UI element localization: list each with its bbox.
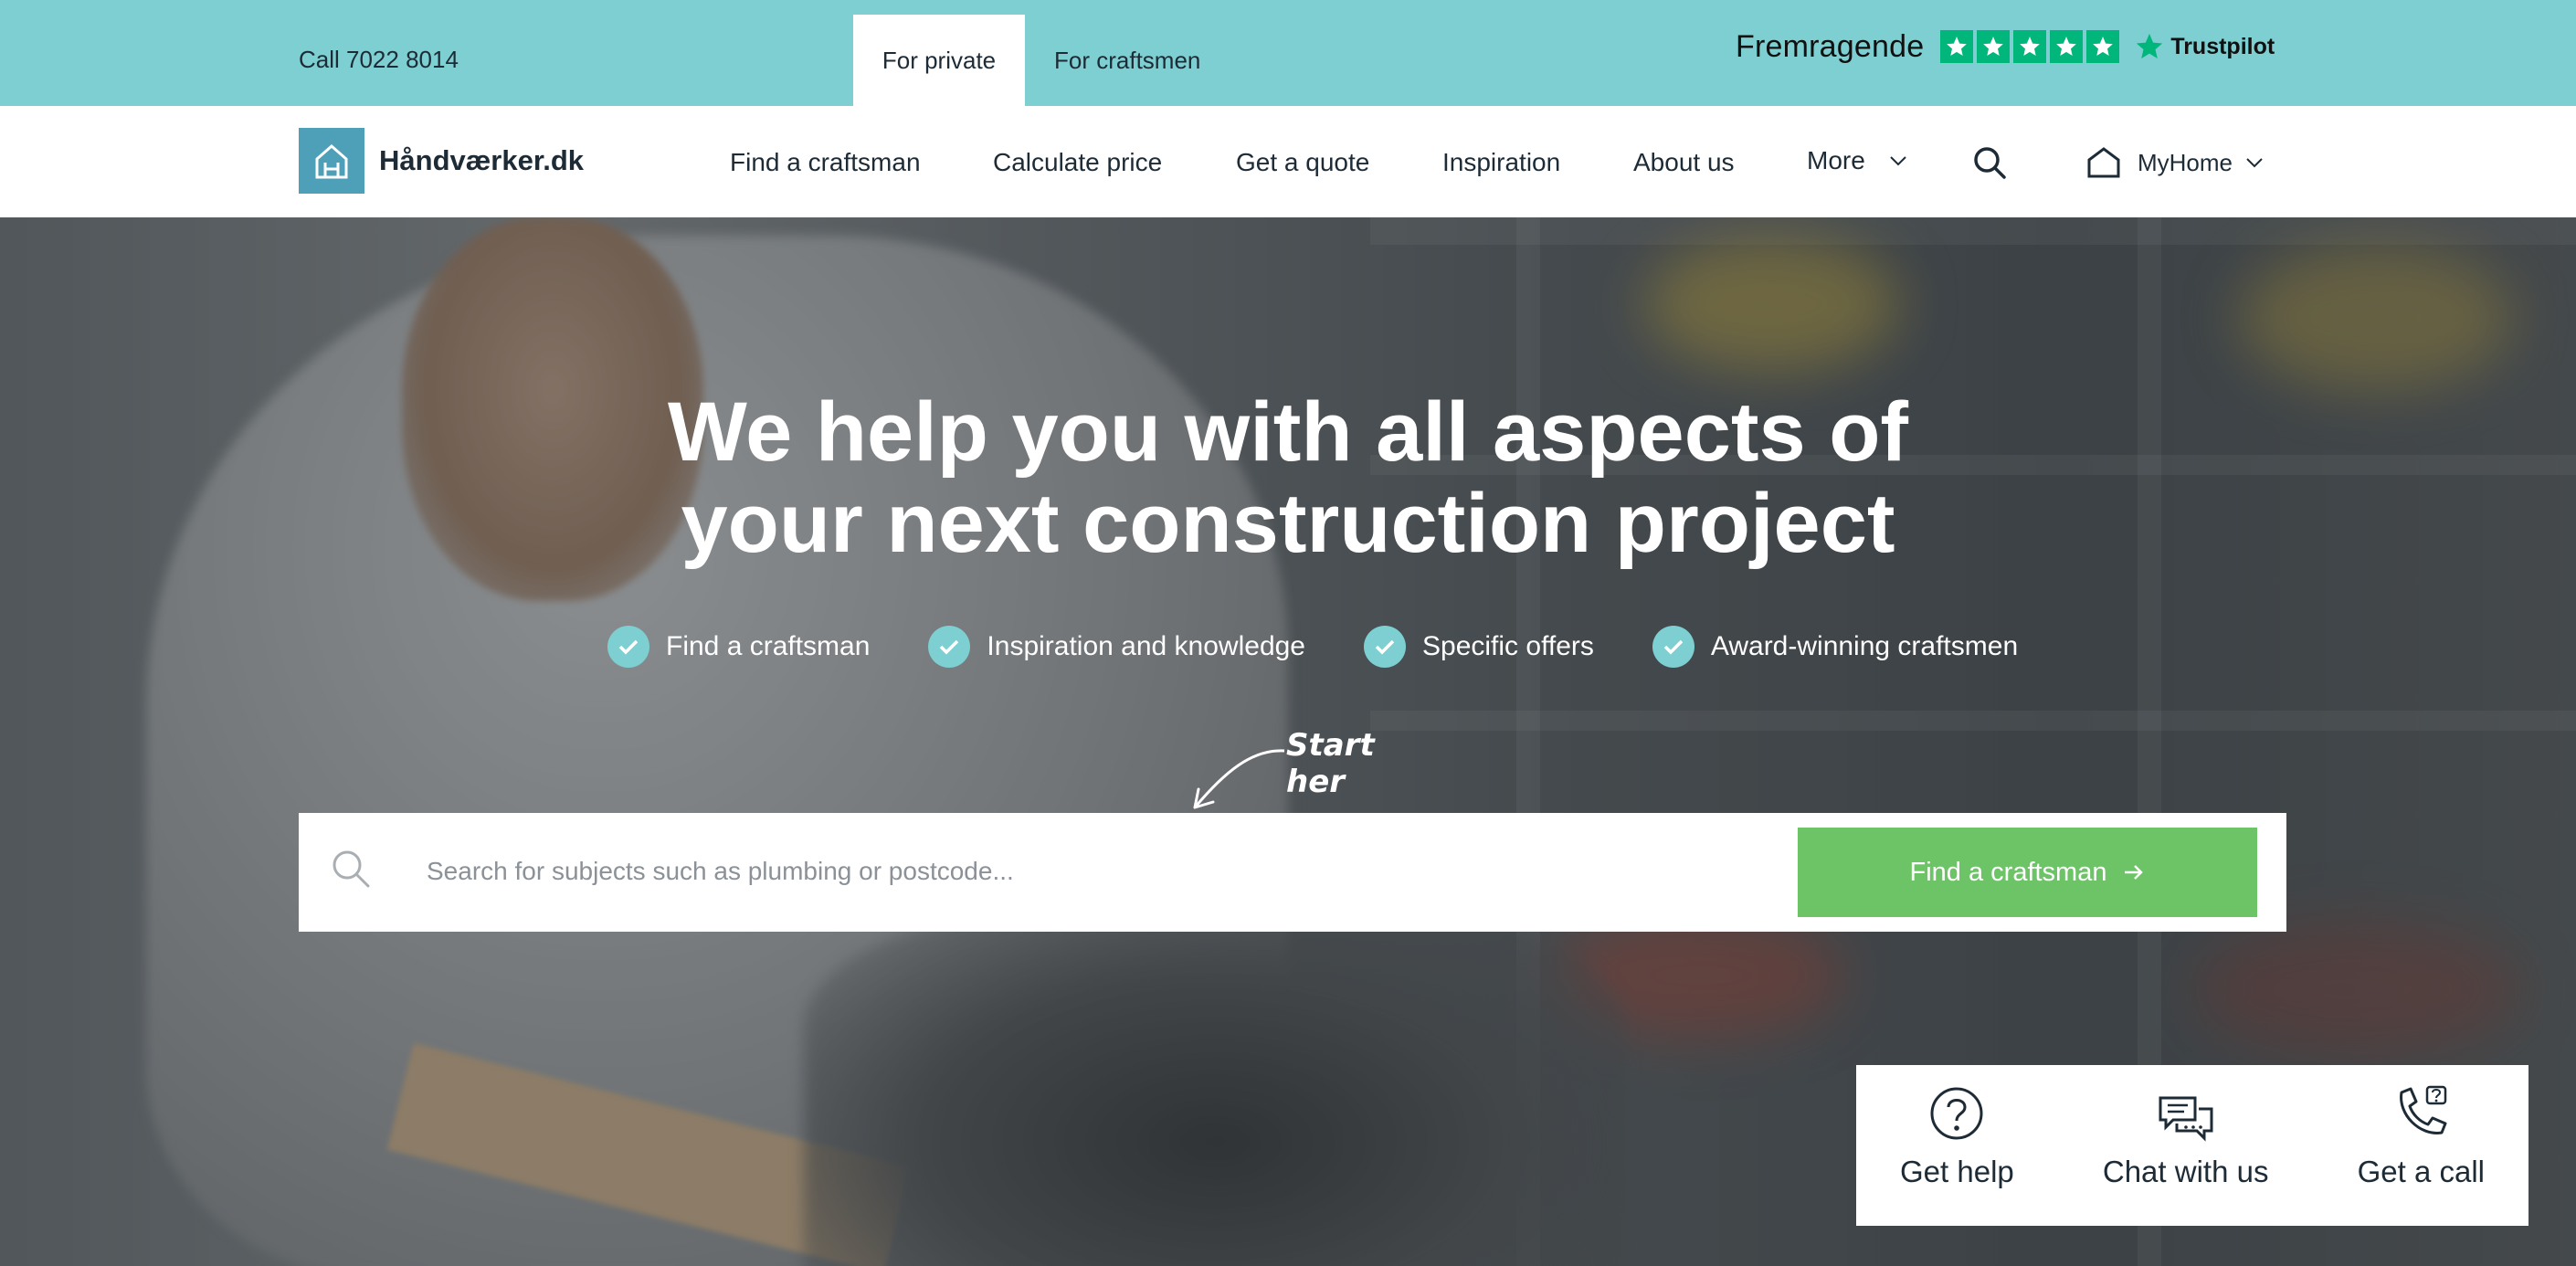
- trustpilot-brand: Trustpilot: [2170, 33, 2275, 59]
- benefit-label: Inspiration and knowledge: [987, 631, 1305, 661]
- nav-more-label: More: [1807, 146, 1865, 174]
- chevron-down-icon: [2246, 158, 2263, 168]
- tab-for-craftsmen[interactable]: For craftsmen: [1025, 15, 1230, 106]
- phone-link[interactable]: Call 7022 8014: [299, 46, 459, 74]
- start-hint-text: Start her: [1286, 727, 1375, 800]
- get-a-call-label: Get a call: [2357, 1155, 2485, 1188]
- myhome-menu[interactable]: MyHome: [2086, 146, 2264, 179]
- benefit-label: Specific offers: [1422, 631, 1594, 661]
- check-icon: [1364, 626, 1406, 668]
- benefit-label: Award-winning craftsmen: [1710, 631, 2019, 661]
- benefit-item: Specific offers: [1364, 626, 1594, 668]
- star-icon: [2013, 30, 2047, 63]
- arrow-right-icon: [2125, 865, 2144, 880]
- logo-text: Håndværker.dk: [379, 144, 584, 176]
- find-craftsman-button[interactable]: Find a craftsman: [1798, 828, 2257, 917]
- search-icon[interactable]: [1971, 144, 2008, 181]
- help-widget: Get help Chat with us Get a call: [1856, 1065, 2528, 1226]
- search-bar: Search for subjects such as plumbing or …: [299, 813, 2286, 932]
- top-bar: Call 7022 8014 For private For craftsmen…: [0, 0, 2576, 106]
- nav-calculate-price[interactable]: Calculate price: [993, 148, 1162, 177]
- nav-about-us[interactable]: About us: [1633, 148, 1735, 177]
- benefit-item: Find a craftsman: [607, 626, 870, 668]
- nav-more-dropdown[interactable]: More: [1807, 146, 1907, 175]
- phone-icon: [2400, 1085, 2447, 1134]
- benefit-label: Find a craftsman: [666, 631, 871, 661]
- curved-arrow-icon: [1193, 749, 1285, 809]
- benefit-item: Award-winning craftsmen: [1652, 626, 2018, 668]
- hero-title-line-2: your next construction project: [681, 477, 1895, 570]
- get-a-call-button[interactable]: Get a call: [2358, 1065, 2485, 1226]
- chat-icon: [2159, 1096, 2213, 1142]
- chat-with-us-label: Chat with us: [2102, 1155, 2269, 1188]
- question-icon: [1930, 1087, 1983, 1140]
- nav-inspiration[interactable]: Inspiration: [1442, 148, 1560, 177]
- hero-section: We help you with all aspects of your nex…: [0, 217, 2576, 1266]
- nav-get-quote[interactable]: Get a quote: [1236, 148, 1369, 177]
- check-icon: [607, 626, 649, 668]
- trustpilot-rating-word: Fremragende: [1736, 28, 1925, 64]
- star-icon: [2086, 30, 2120, 63]
- hero-title: We help you with all aspects of your nex…: [0, 386, 2576, 569]
- chevron-down-icon: [1890, 156, 1906, 166]
- get-help-label: Get help: [1900, 1155, 2014, 1188]
- myhome-label: MyHome: [2138, 148, 2233, 176]
- star-icon: [2050, 30, 2084, 63]
- site-logo[interactable]: Håndværker.dk: [299, 128, 584, 194]
- search-icon: [333, 850, 370, 888]
- trustpilot-star-icon: [2137, 33, 2163, 59]
- get-help-button[interactable]: Get help: [1900, 1065, 2014, 1226]
- chat-with-us-button[interactable]: Chat with us: [2102, 1065, 2269, 1226]
- benefits-list: Find a craftsman Inspiration and knowled…: [607, 626, 2018, 668]
- house-logo-icon: [299, 128, 364, 194]
- nav-find-craftsman[interactable]: Find a craftsman: [730, 148, 921, 177]
- hero-title-line-1: We help you with all aspects of: [667, 385, 1909, 479]
- find-craftsman-button-label: Find a craftsman: [1909, 857, 2107, 887]
- check-icon: [1652, 626, 1694, 668]
- trustpilot-stars: [1940, 30, 2120, 63]
- search-input[interactable]: Search for subjects such as plumbing or …: [427, 857, 1014, 886]
- check-icon: [928, 626, 971, 668]
- star-icon: [1940, 30, 1974, 63]
- star-icon: [1977, 30, 2011, 63]
- house-icon: [2087, 147, 2120, 178]
- tab-for-private[interactable]: For private: [853, 15, 1025, 106]
- trustpilot-logo: Trustpilot: [2134, 31, 2275, 62]
- benefit-item: Inspiration and knowledge: [928, 626, 1305, 668]
- trustpilot-widget[interactable]: Fremragende Trustpilot: [1736, 24, 2275, 69]
- main-navigation: Håndværker.dk Find a craftsman Calculate…: [0, 106, 2576, 217]
